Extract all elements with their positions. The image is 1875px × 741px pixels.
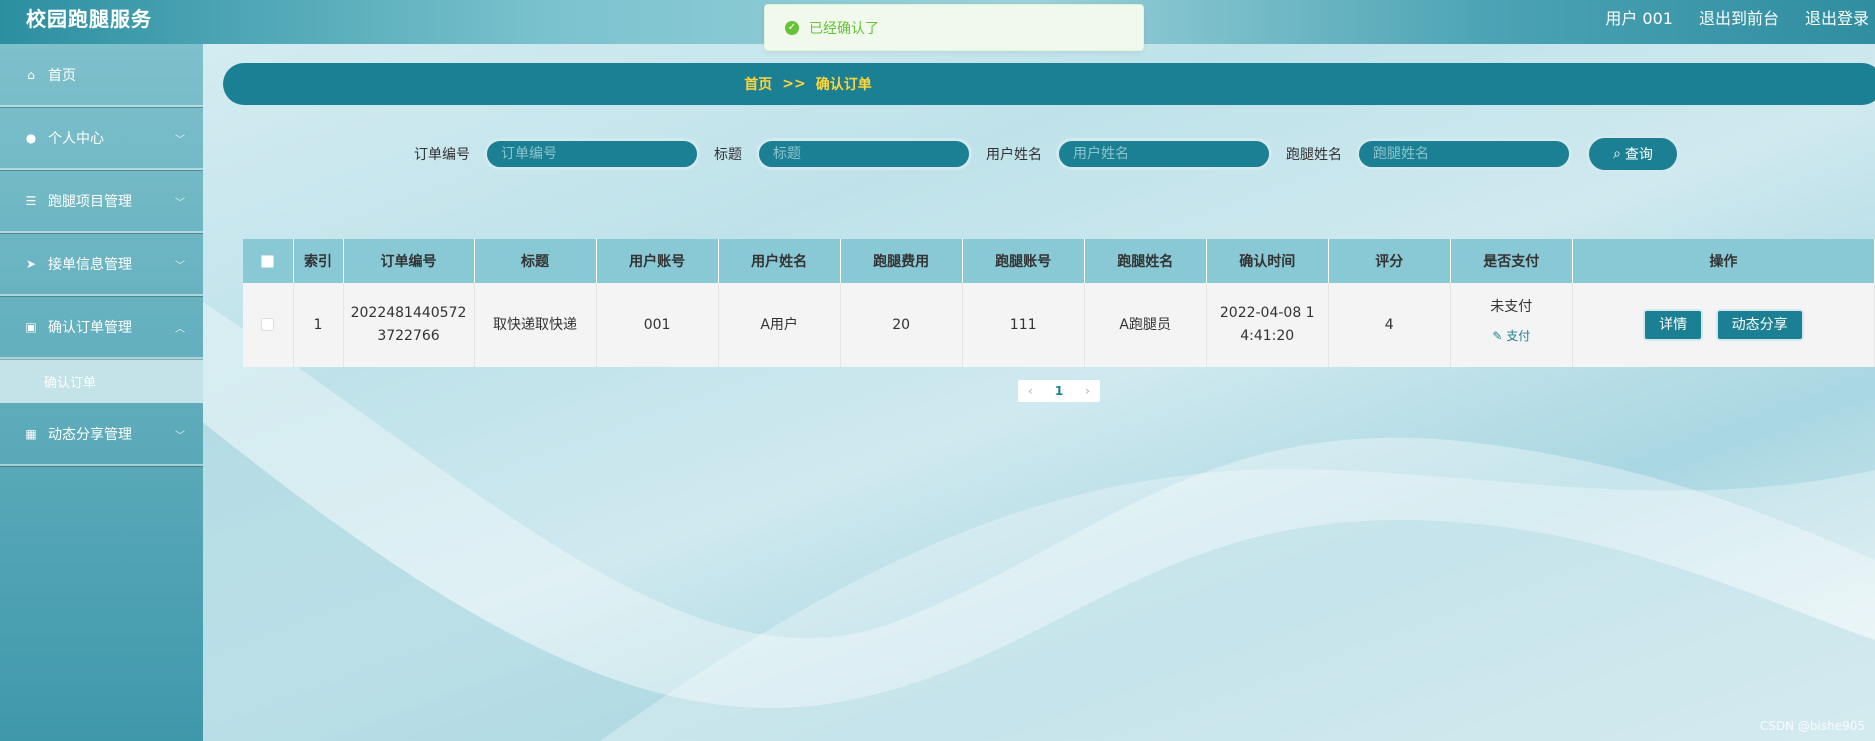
background-silk-wave bbox=[200, 300, 1875, 741]
cell-title: 取快递取快递 bbox=[474, 283, 597, 367]
title-input[interactable] bbox=[756, 138, 972, 170]
app-title: 校园跑腿服务 bbox=[26, 7, 152, 31]
edit-icon: ✎ bbox=[1492, 329, 1507, 343]
success-toast: ✓ 已经确认了 bbox=[764, 4, 1144, 51]
column-header: 操作 bbox=[1572, 239, 1875, 283]
cell-confirm-time: 2022-04-08 1 4:41:20 bbox=[1206, 283, 1329, 367]
order-no-line2: 3722766 bbox=[377, 328, 440, 344]
pay-link-label: 支付 bbox=[1506, 329, 1531, 343]
column-header: 跑腿费用 bbox=[840, 239, 963, 283]
pay-status-text: 未支付 bbox=[1490, 299, 1533, 315]
column-header: 用户姓名 bbox=[718, 239, 841, 283]
runner-name-input[interactable] bbox=[1356, 138, 1572, 170]
title-label: 标题 bbox=[714, 147, 742, 163]
header-actions: 用户 001 退出到前台 退出登录 bbox=[1605, 5, 1869, 29]
cell-rating: 4 bbox=[1328, 283, 1451, 367]
breadcrumb-current: 确认订单 bbox=[815, 77, 872, 93]
orders-table-wrap: 索引 订单编号 标题 用户账号 用户姓名 跑腿费用 跑腿账号 跑腿姓名 确认时间… bbox=[243, 239, 1875, 367]
orders-table: 索引 订单编号 标题 用户账号 用户姓名 跑腿费用 跑腿账号 跑腿姓名 确认时间… bbox=[243, 239, 1875, 367]
query-button-label: 查询 bbox=[1624, 147, 1653, 163]
sidebar-item-label: 确认订单管理 bbox=[48, 319, 132, 336]
sidebar-item-order-info[interactable]: ➤ 接单信息管理 ﹀ bbox=[0, 233, 203, 296]
cell-user-account: 001 bbox=[596, 283, 719, 367]
breadcrumb-separator: >> bbox=[782, 76, 806, 92]
chevron-up-icon: ︿ bbox=[175, 324, 185, 335]
exit-to-front-link[interactable]: 退出到前台 bbox=[1699, 5, 1779, 29]
cell-index: 1 bbox=[293, 283, 344, 367]
next-page-icon[interactable]: › bbox=[1085, 384, 1090, 398]
cell-user-name: A用户 bbox=[718, 283, 841, 367]
logout-link[interactable]: 退出登录 bbox=[1805, 5, 1869, 29]
list-icon: ☰ bbox=[25, 193, 37, 208]
sidebar-item-share-management[interactable]: ▦ 动态分享管理 ﹀ bbox=[0, 403, 203, 466]
column-header: 订单编号 bbox=[343, 239, 475, 283]
breadcrumb: 首页 >> 确认订单 bbox=[223, 63, 1875, 105]
select-all-checkbox[interactable] bbox=[261, 254, 275, 268]
share-button[interactable]: 动态分享 bbox=[1715, 309, 1804, 341]
row-select-cell[interactable] bbox=[243, 283, 294, 367]
chevron-down-icon: ﹀ bbox=[175, 431, 185, 442]
confirm-time-line1: 2022-04-08 1 bbox=[1219, 305, 1315, 321]
toast-message: 已经确认了 bbox=[809, 20, 879, 37]
user-icon: ● bbox=[25, 130, 37, 145]
cell-pay-status: 未支付 ✎ 支付 bbox=[1450, 283, 1573, 367]
cell-runner-name: A跑腿员 bbox=[1084, 283, 1207, 367]
sidebar-item-personal-center[interactable]: ● 个人中心 ﹀ bbox=[0, 107, 203, 170]
sidebar-subitem-confirm-order[interactable]: 确认订单 bbox=[0, 359, 203, 403]
column-header: 评分 bbox=[1328, 239, 1451, 283]
row-checkbox[interactable] bbox=[261, 318, 275, 331]
grid-icon: ▦ bbox=[25, 426, 37, 441]
chevron-down-icon: ﹀ bbox=[175, 135, 185, 146]
sidebar-item-label: 个人中心 bbox=[48, 130, 104, 147]
send-icon: ➤ bbox=[25, 256, 37, 271]
cell-actions: 详情 动态分享 bbox=[1572, 283, 1875, 367]
search-icon: ⌕ bbox=[1613, 146, 1621, 162]
cell-runner-account: 111 bbox=[962, 283, 1085, 367]
sidebar-item-label: 接单信息管理 bbox=[48, 256, 132, 273]
chevron-down-icon: ﹀ bbox=[175, 261, 185, 272]
order-no-input[interactable] bbox=[484, 138, 700, 170]
column-header: 用户账号 bbox=[596, 239, 719, 283]
user-name-input[interactable] bbox=[1056, 138, 1272, 170]
sidebar-item-home[interactable]: ⌂ 首页 bbox=[0, 44, 203, 107]
sidebar-item-label: 首页 bbox=[48, 67, 76, 84]
column-header: 标题 bbox=[474, 239, 597, 283]
pagination: ‹ 1 › bbox=[1018, 380, 1100, 402]
chevron-down-icon: ﹀ bbox=[175, 198, 185, 209]
cell-order-no: 2022481440572 3722766 bbox=[343, 283, 475, 367]
confirm-time-line2: 4:41:20 bbox=[1240, 328, 1295, 344]
column-header: 是否支付 bbox=[1450, 239, 1573, 283]
detail-button[interactable]: 详情 bbox=[1643, 309, 1704, 341]
breadcrumb-home[interactable]: 首页 bbox=[744, 74, 772, 94]
search-form: 订单编号 标题 用户姓名 跑腿姓名 ⌕ 查询 bbox=[414, 135, 1680, 173]
order-no-line1: 2022481440572 bbox=[350, 305, 467, 321]
watermark: CSDN @bishe905 bbox=[1759, 719, 1865, 733]
page-number[interactable]: 1 bbox=[1055, 384, 1063, 398]
pay-link[interactable]: ✎ 支付 bbox=[1451, 325, 1572, 348]
sidebar-item-confirm-orders[interactable]: ▣ 确认订单管理 ︿ bbox=[0, 296, 203, 359]
home-icon: ⌂ bbox=[27, 67, 35, 82]
select-all-cell[interactable] bbox=[243, 239, 294, 283]
table-row: 1 2022481440572 3722766 取快递取快递 001 A用户 2… bbox=[243, 283, 1875, 367]
column-header: 确认时间 bbox=[1206, 239, 1329, 283]
sidebar-item-label: 动态分享管理 bbox=[48, 426, 132, 443]
order-no-label: 订单编号 bbox=[414, 147, 470, 163]
cell-fee: 20 bbox=[840, 283, 963, 367]
column-header: 索引 bbox=[293, 239, 344, 283]
runner-name-label: 跑腿姓名 bbox=[1286, 147, 1342, 163]
chart-icon: ▣ bbox=[25, 319, 37, 334]
user-name-label: 用户姓名 bbox=[986, 147, 1042, 163]
query-button[interactable]: ⌕ 查询 bbox=[1586, 135, 1680, 173]
sidebar: ⌂ 首页 ● 个人中心 ﹀ ☰ 跑腿项目管理 ﹀ ➤ 接单信息管理 ﹀ ▣ 确认… bbox=[0, 44, 203, 741]
column-header: 跑腿姓名 bbox=[1084, 239, 1207, 283]
sidebar-item-label: 跑腿项目管理 bbox=[48, 193, 132, 210]
check-circle-icon: ✓ bbox=[785, 20, 799, 35]
current-user-label: 用户 001 bbox=[1605, 9, 1673, 28]
table-header-row: 索引 订单编号 标题 用户账号 用户姓名 跑腿费用 跑腿账号 跑腿姓名 确认时间… bbox=[243, 239, 1875, 283]
prev-page-icon[interactable]: ‹ bbox=[1028, 384, 1033, 398]
column-header: 跑腿账号 bbox=[962, 239, 1085, 283]
sidebar-item-errand-projects[interactable]: ☰ 跑腿项目管理 ﹀ bbox=[0, 170, 203, 233]
